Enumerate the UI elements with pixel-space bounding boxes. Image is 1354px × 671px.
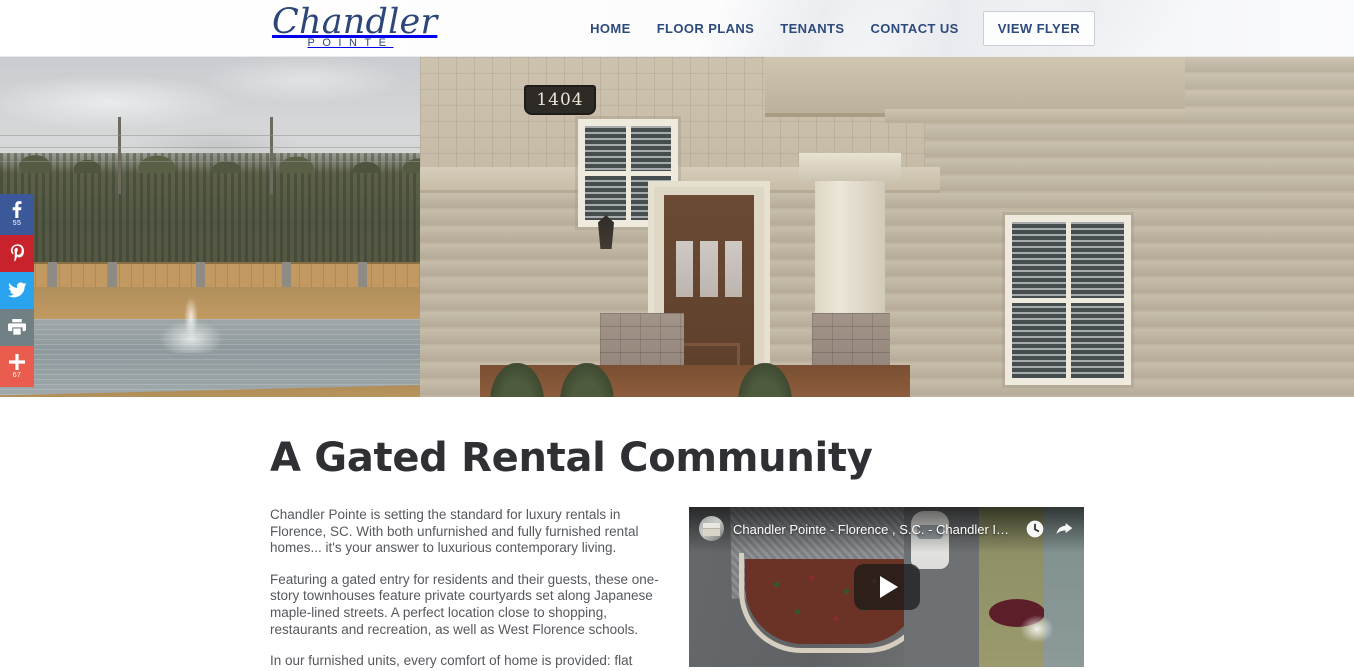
share-more-count: 67 — [12, 371, 22, 379]
play-button-icon[interactable] — [853, 564, 920, 610]
wood-fence — [0, 262, 436, 292]
shrub — [490, 363, 544, 397]
fountain — [148, 289, 234, 353]
townhouse-exterior: 1404 — [420, 57, 1354, 397]
nav-contact-us[interactable]: CONTACT US — [857, 21, 971, 36]
intro-copy: Chandler Pointe is setting the standard … — [270, 507, 659, 671]
print-button[interactable] — [0, 309, 34, 346]
paragraph-1: Chandler Pointe is setting the standard … — [270, 507, 639, 556]
site-logo[interactable]: Chandler POINTE — [272, 2, 438, 49]
plus-icon — [9, 353, 25, 370]
page-title: A Gated Rental Community — [270, 435, 873, 481]
facebook-share-count: 55 — [12, 220, 22, 227]
site-header: Chandler POINTE HOME FLOOR PLANS TENANTS… — [0, 0, 1354, 57]
hero-banner: 1404 55 67 — [0, 57, 1354, 397]
nav-floor-plans[interactable]: FLOOR PLANS — [644, 21, 768, 36]
share-facebook-button[interactable]: 55 — [0, 194, 34, 235]
social-share-rail: 55 67 — [0, 194, 34, 387]
mulch-bed — [480, 365, 910, 397]
pinterest-icon — [10, 243, 25, 263]
utility-poles — [0, 117, 436, 222]
view-flyer-button[interactable]: VIEW FLYER — [982, 11, 1095, 46]
paragraph-3: In our furnished units, every comfort of… — [270, 653, 643, 671]
gutter — [885, 109, 1185, 123]
logo-script-text: Chandler — [272, 2, 438, 42]
nav-tenants[interactable]: TENANTS — [767, 21, 857, 36]
facebook-icon — [12, 201, 22, 218]
shrub — [738, 363, 792, 397]
clock-icon[interactable] — [1025, 519, 1045, 539]
share-pinterest-button[interactable] — [0, 235, 34, 272]
shrub — [560, 363, 614, 397]
video-title[interactable]: Chandler Pointe - Florence , S.C. - Chan… — [733, 521, 1016, 537]
door-glass-lites — [676, 241, 742, 297]
channel-avatar[interactable] — [699, 516, 724, 541]
main-content: A Gated Rental Community Chandler Pointe… — [0, 397, 1354, 671]
main-navigation: HOME FLOOR PLANS TENANTS CONTACT US VIEW… — [577, 0, 1095, 56]
hero-photo: 1404 — [0, 57, 1354, 397]
print-icon — [8, 319, 26, 335]
side-window — [1005, 215, 1131, 385]
house-number-plaque: 1404 — [524, 85, 596, 115]
paragraph-2: Featuring a gated entry for residents an… — [270, 571, 659, 637]
roof-edge — [765, 57, 1185, 117]
share-twitter-button[interactable] — [0, 272, 34, 309]
twitter-icon — [7, 282, 27, 298]
share-arrow-icon[interactable] — [1054, 519, 1074, 539]
youtube-video-player[interactable]: Chandler Pointe - Florence , S.C. - Chan… — [689, 507, 1084, 667]
video-header: Chandler Pointe - Florence , S.C. - Chan… — [689, 507, 1084, 541]
nav-home[interactable]: HOME — [577, 21, 644, 36]
share-more-button[interactable]: 67 — [0, 346, 34, 387]
